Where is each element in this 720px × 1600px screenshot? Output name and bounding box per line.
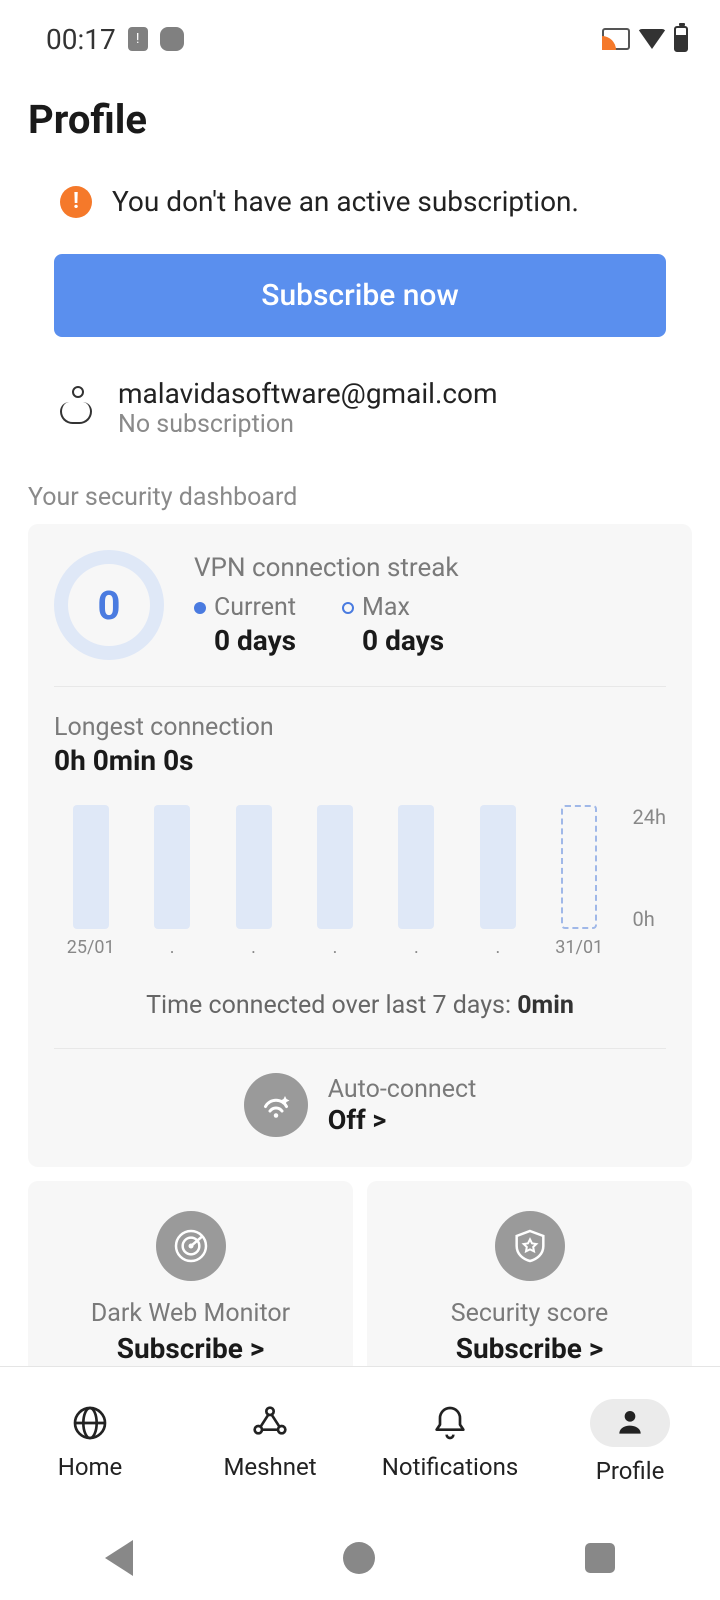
nav-profile[interactable]: Profile [540, 1367, 720, 1516]
chart-bar [398, 805, 434, 929]
longest-connection-section: Longest connection 0h 0min 0s 25/01 . . … [54, 687, 666, 1049]
auto-connect-value: Off > [328, 1104, 477, 1136]
dot-hollow-icon [342, 602, 354, 614]
connection-bar-chart: 25/01 . . . . . 31/01 24h 0h [54, 805, 666, 955]
bell-icon [430, 1403, 470, 1443]
chart-y-min: 0h [633, 907, 667, 931]
chart-bar [236, 805, 272, 929]
longest-label: Longest connection [54, 713, 666, 742]
chart-x-label: . [170, 937, 175, 955]
nav-home[interactable]: Home [0, 1367, 180, 1516]
nav-home-label: Home [58, 1453, 123, 1481]
chart-bar [317, 805, 353, 929]
nav-meshnet[interactable]: Meshnet [180, 1367, 360, 1516]
max-streak-label: Max [342, 593, 444, 622]
radar-icon [156, 1211, 226, 1281]
nav-meshnet-label: Meshnet [223, 1453, 316, 1481]
status-bar: 00:17 ! [0, 0, 720, 60]
wifi-icon [638, 29, 666, 49]
security-score-title: Security score [377, 1299, 682, 1328]
chart-x-label: 25/01 [67, 937, 115, 955]
user-icon [60, 386, 96, 430]
alert-text: You don't have an active subscription. [112, 185, 579, 218]
page-title: Profile [0, 60, 720, 163]
globe-icon [70, 1403, 110, 1443]
current-streak-label: Current [194, 593, 296, 622]
subscribe-button[interactable]: Subscribe now [54, 254, 666, 337]
sys-back-button[interactable] [105, 1540, 133, 1576]
nav-profile-label: Profile [596, 1457, 665, 1485]
chart-bar [480, 805, 516, 929]
status-app-icon [160, 27, 184, 51]
vpn-streak-row: 0 VPN connection streak Current 0 days M… [54, 550, 666, 687]
sys-home-button[interactable] [343, 1542, 375, 1574]
chart-x-label: 31/01 [555, 937, 603, 955]
subscription-alert: ! You don't have an active subscription. [0, 163, 720, 234]
chart-x-label: . [251, 937, 256, 955]
chart-x-label: . [495, 937, 500, 955]
bottom-nav: Home Meshnet Notifications Profile [0, 1366, 720, 1516]
sim-alert-icon: ! [128, 27, 148, 51]
auto-connect-label: Auto-connect [328, 1075, 477, 1104]
auto-connect-row[interactable]: Auto-connect Off > [54, 1049, 666, 1141]
streak-circle: 0 [54, 550, 164, 660]
auto-connect-icon [244, 1073, 308, 1137]
user-info-row[interactable]: malavidasoftware@gmail.com No subscripti… [0, 377, 720, 479]
alert-icon: ! [60, 186, 92, 218]
nav-notifications[interactable]: Notifications [360, 1367, 540, 1516]
dot-filled-icon [194, 602, 206, 614]
chart-y-max: 24h [633, 805, 667, 829]
user-email: malavidasoftware@gmail.com [118, 377, 498, 410]
current-streak-value: 0 days [194, 624, 296, 657]
chart-bar [73, 805, 109, 929]
security-score-card[interactable]: Security score Subscribe > [367, 1181, 692, 1383]
nav-notifications-label: Notifications [382, 1453, 518, 1481]
nav-active-pill [590, 1399, 670, 1447]
chart-bar-today [561, 805, 597, 929]
streak-title: VPN connection streak [194, 553, 666, 583]
longest-value: 0h 0min 0s [54, 744, 666, 777]
status-time: 00:17 [46, 23, 116, 56]
dark-web-monitor-card[interactable]: Dark Web Monitor Subscribe > [28, 1181, 353, 1383]
sys-recents-button[interactable] [585, 1543, 615, 1573]
dashboard-section-label: Your security dashboard [0, 479, 720, 524]
battery-icon [674, 26, 688, 52]
chart-x-label: . [333, 937, 338, 955]
chart-x-label: . [414, 937, 419, 955]
dashboard-card: 0 VPN connection streak Current 0 days M… [28, 524, 692, 1167]
shield-star-icon [495, 1211, 565, 1281]
cast-icon [602, 28, 630, 50]
person-icon [614, 1407, 646, 1439]
user-subscription-status: No subscription [118, 410, 498, 439]
connected-summary: Time connected over last 7 days: 0min [54, 955, 666, 1049]
dark-web-action: Subscribe > [38, 1332, 343, 1365]
dark-web-title: Dark Web Monitor [38, 1299, 343, 1328]
max-streak-value: 0 days [342, 624, 444, 657]
security-score-action: Subscribe > [377, 1332, 682, 1365]
meshnet-icon [250, 1403, 290, 1443]
system-nav-bar [0, 1516, 720, 1600]
chart-bar [154, 805, 190, 929]
